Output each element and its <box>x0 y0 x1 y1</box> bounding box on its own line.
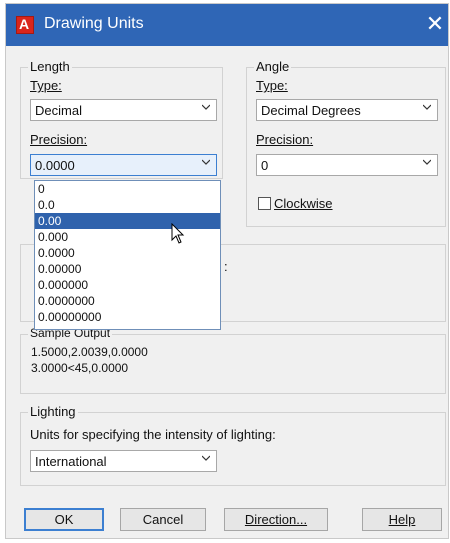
precision-option[interactable]: 0.00000 <box>35 261 220 277</box>
precision-option-highlighted[interactable]: 0.00 <box>35 213 220 229</box>
lighting-group-label: Lighting <box>28 404 78 419</box>
angle-type-value: Decimal Degrees <box>261 103 361 118</box>
window-title: Drawing Units <box>44 15 144 32</box>
mouse-pointer-icon <box>171 223 185 244</box>
sample-output-line-1: 1.5000,2.0039,0.0000 <box>31 345 148 359</box>
chevron-down-icon <box>202 104 210 110</box>
chevron-down-icon <box>202 159 210 165</box>
precision-option[interactable]: 0.000 <box>35 229 220 245</box>
direction-button[interactable]: Direction... <box>224 508 328 531</box>
cancel-button[interactable]: Cancel <box>120 508 206 531</box>
clockwise-checkbox[interactable] <box>258 197 271 210</box>
precision-option[interactable]: 0.000000 <box>35 277 220 293</box>
drawing-units-dialog: A Drawing Units ✕ Length Type: Decimal P… <box>5 3 449 539</box>
precision-option[interactable]: 0.0000 <box>35 245 220 261</box>
lighting-units-select[interactable]: International <box>30 450 217 472</box>
chevron-down-icon <box>423 104 431 110</box>
length-type-select[interactable]: Decimal <box>30 99 217 121</box>
clockwise-label[interactable]: Clockwise <box>274 196 333 211</box>
precision-option[interactable]: 0.00000000 <box>35 309 220 325</box>
lighting-units-value: International <box>35 454 107 469</box>
precision-dropdown-list: 0 0.0 0.00 0.000 0.0000 0.00000 0.000000… <box>34 180 221 330</box>
length-group-label: Length <box>28 59 72 74</box>
length-precision-label: Precision: <box>30 132 88 147</box>
close-icon[interactable]: ✕ <box>424 11 446 37</box>
precision-option[interactable]: 0.0 <box>35 197 220 213</box>
angle-precision-label: Precision: <box>256 132 314 147</box>
precision-option[interactable]: 0.0000000 <box>35 293 220 309</box>
autocad-app-icon: A <box>16 16 34 34</box>
chevron-down-icon <box>202 455 210 461</box>
angle-group-label: Angle <box>254 59 292 74</box>
title-bar[interactable]: A Drawing Units ✕ <box>6 4 448 46</box>
length-type-label: Type: <box>30 78 62 93</box>
length-type-value: Decimal <box>35 103 82 118</box>
angle-type-select[interactable]: Decimal Degrees <box>256 99 438 121</box>
angle-precision-select[interactable]: 0 <box>256 154 438 176</box>
precision-option[interactable]: 0 <box>35 181 220 197</box>
ok-button[interactable]: OK <box>24 508 104 531</box>
sample-output-line-2: 3.0000<45,0.0000 <box>31 361 129 375</box>
angle-type-label: Type: <box>256 78 288 93</box>
lighting-group <box>20 412 446 486</box>
lighting-description: Units for specifying the intensity of li… <box>30 427 276 442</box>
length-precision-select[interactable]: 0.0000 <box>30 154 217 176</box>
angle-precision-value: 0 <box>261 158 269 173</box>
insertion-scale-partial-text: : <box>224 259 228 274</box>
length-precision-value: 0.0000 <box>35 158 75 173</box>
help-button[interactable]: Help <box>362 508 442 531</box>
chevron-down-icon <box>423 159 431 165</box>
